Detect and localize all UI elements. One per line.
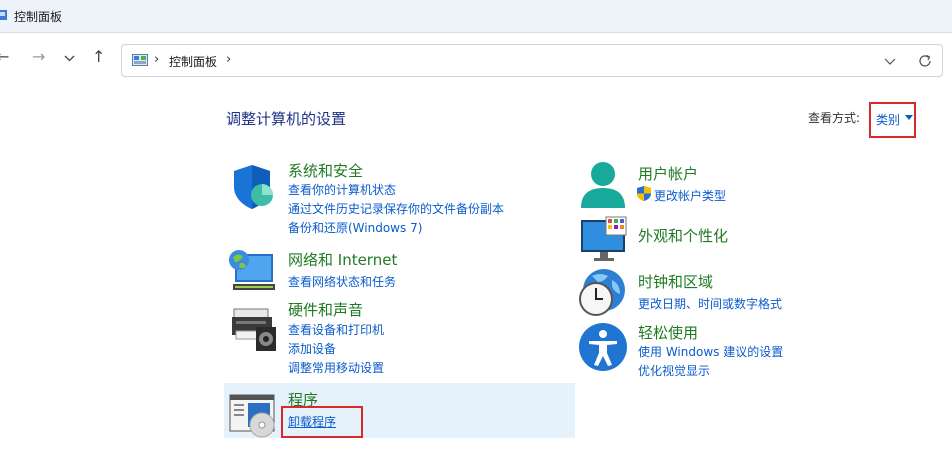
- breadcrumb-separator[interactable]: ›: [154, 52, 159, 67]
- hardware-sound-heading[interactable]: 硬件和声音: [288, 299, 363, 320]
- up-icon[interactable]: ↑: [92, 47, 108, 66]
- windows-suggested-settings-link[interactable]: 使用 Windows 建议的设置: [638, 343, 783, 360]
- optimize-visual-display-link[interactable]: 优化视觉显示: [638, 362, 710, 379]
- view-by-label: 查看方式:: [808, 111, 861, 125]
- control-panel-icon: [0, 10, 7, 20]
- devices-printers-link[interactable]: 查看设备和打印机: [288, 321, 384, 338]
- network-internet-heading[interactable]: 网络和 Internet: [288, 249, 397, 270]
- monitor-personalization-icon: [581, 216, 627, 261]
- uninstall-highlight-box: [281, 406, 363, 438]
- system-security-heading[interactable]: 系统和安全: [288, 160, 363, 181]
- view-mode-value[interactable]: 类别: [876, 111, 900, 128]
- shield-icon: [234, 165, 273, 209]
- caret-down-icon[interactable]: [905, 115, 913, 120]
- add-device-link[interactable]: 添加设备: [288, 340, 336, 357]
- user-account-icon: [581, 162, 625, 208]
- view-mode-dropdown[interactable]: 类别: [869, 102, 916, 138]
- change-account-type-link[interactable]: 更改帐户类型: [654, 187, 726, 204]
- change-date-time-format-link[interactable]: 更改日期、时间或数字格式: [638, 295, 782, 312]
- uac-shield-icon: [637, 186, 651, 201]
- programs-hover-highlight: [224, 383, 575, 438]
- file-history-link[interactable]: 通过文件历史记录保存你的文件备份副本: [288, 200, 504, 217]
- programs-disc-icon: [229, 394, 275, 438]
- navigation-bar: ← → ↑ › 控制面板 ›: [0, 32, 952, 86]
- chevron-down-icon[interactable]: [884, 56, 896, 66]
- ease-of-access-heading[interactable]: 轻松使用: [638, 322, 698, 343]
- breadcrumb-control-panel[interactable]: 控制面板: [169, 53, 217, 70]
- address-bar[interactable]: › 控制面板 ›: [121, 44, 943, 77]
- printer-icon: [232, 308, 276, 351]
- accessibility-icon: [579, 323, 627, 371]
- network-globe-icon: [229, 250, 275, 290]
- mobility-settings-link[interactable]: 调整常用移动设置: [288, 359, 384, 376]
- back-icon[interactable]: ←: [0, 47, 12, 66]
- backup-restore-link[interactable]: 备份和还原(Windows 7): [288, 219, 422, 236]
- view-computer-status-link[interactable]: 查看你的计算机状态: [288, 181, 396, 198]
- clock-region-heading[interactable]: 时钟和区域: [638, 271, 713, 292]
- refresh-icon[interactable]: [917, 53, 933, 69]
- clock-globe-icon: [579, 269, 625, 316]
- network-status-link[interactable]: 查看网络状态和任务: [288, 273, 396, 290]
- control-panel-location-icon: [132, 54, 148, 66]
- forward-icon[interactable]: →: [32, 47, 48, 66]
- breadcrumb-separator[interactable]: ›: [226, 52, 231, 67]
- title-bar: 控制面板: [0, 0, 952, 32]
- recent-locations-icon[interactable]: [64, 55, 75, 62]
- window-title: 控制面板: [14, 10, 63, 24]
- page-title: 调整计算机的设置: [226, 110, 347, 128]
- user-accounts-heading[interactable]: 用户帐户: [638, 163, 698, 184]
- appearance-heading[interactable]: 外观和个性化: [638, 225, 728, 246]
